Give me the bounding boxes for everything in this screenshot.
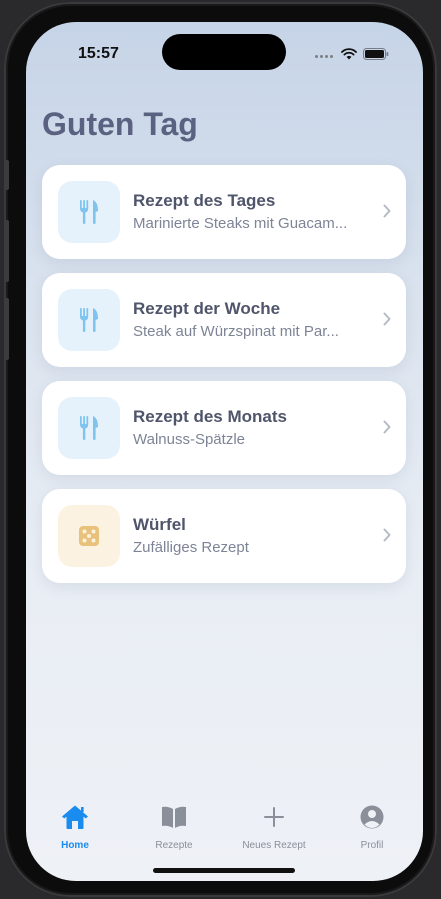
tab-new-recipe[interactable]: Neues Rezept bbox=[229, 804, 319, 851]
card-random-recipe[interactable]: Würfel Zufälliges Rezept bbox=[42, 489, 406, 583]
card-title: Rezept des Monats bbox=[133, 407, 287, 426]
person-circle-icon bbox=[358, 804, 386, 835]
chevron-right-icon bbox=[383, 420, 391, 439]
status-icons bbox=[315, 47, 389, 65]
card-title: Rezept der Woche bbox=[133, 299, 281, 318]
card-recipe-of-the-day[interactable]: Rezept des Tages Marinierte Steaks mit G… bbox=[42, 165, 406, 259]
card-subtitle: Marinierte Steaks mit Guacam... bbox=[133, 215, 348, 232]
tab-label: Rezepte bbox=[155, 840, 193, 851]
fork-knife-icon bbox=[58, 397, 120, 459]
house-icon bbox=[61, 804, 89, 835]
tab-label: Profil bbox=[360, 840, 384, 851]
dynamic-island bbox=[162, 34, 286, 70]
status-bar: 15:57 bbox=[26, 22, 423, 82]
status-time: 15:57 bbox=[78, 45, 119, 62]
tab-label: Home bbox=[61, 840, 89, 851]
chevron-right-icon bbox=[383, 204, 391, 223]
page-title: Guten Tag bbox=[42, 106, 198, 142]
fork-knife-icon bbox=[58, 181, 120, 243]
card-subtitle: Steak auf Würzspinat mit Par... bbox=[133, 323, 339, 340]
card-recipe-of-the-month[interactable]: Rezept des Monats Walnuss-Spätzle bbox=[42, 381, 406, 475]
tab-profile[interactable]: Profil bbox=[327, 804, 417, 851]
phone-frame: 15:57 Guten Tag Rezept des Tages Marinie… bbox=[4, 2, 437, 897]
home-indicator bbox=[153, 868, 295, 873]
card-recipe-of-the-week[interactable]: Rezept der Woche Steak auf Würzspinat mi… bbox=[42, 273, 406, 367]
card-subtitle: Walnuss-Spätzle bbox=[133, 431, 245, 448]
volume-up-button bbox=[4, 220, 9, 282]
tab-recipes[interactable]: Rezepte bbox=[129, 804, 219, 851]
chevron-right-icon bbox=[383, 312, 391, 331]
card-title: Rezept des Tages bbox=[133, 191, 276, 210]
chevron-right-icon bbox=[383, 528, 391, 547]
fork-knife-icon bbox=[58, 289, 120, 351]
tab-bar: Home Rezepte Neues Rezept Profil bbox=[26, 796, 423, 856]
card-title: Würfel bbox=[133, 515, 186, 534]
dice-icon bbox=[58, 505, 120, 567]
cellular-signal-icon bbox=[315, 54, 333, 58]
card-subtitle: Zufälliges Rezept bbox=[133, 539, 249, 556]
tab-label: Neues Rezept bbox=[242, 840, 306, 851]
volume-down-button bbox=[4, 298, 9, 360]
tab-home[interactable]: Home bbox=[30, 804, 120, 851]
wifi-icon bbox=[341, 47, 357, 65]
book-icon bbox=[160, 804, 188, 835]
plus-icon bbox=[260, 804, 288, 835]
screen: 15:57 Guten Tag Rezept des Tages Marinie… bbox=[26, 22, 423, 881]
mute-switch bbox=[4, 160, 9, 190]
battery-icon bbox=[363, 47, 389, 65]
